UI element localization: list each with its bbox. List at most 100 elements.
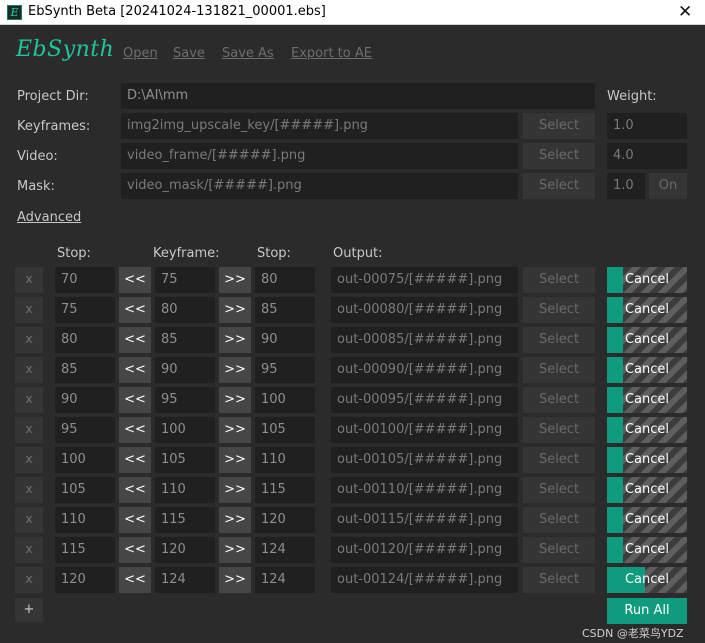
output-input[interactable]: out-00075/[#####].png [331, 267, 518, 293]
stop-left-input[interactable]: 80 [55, 327, 115, 353]
prev-stop-button[interactable]: << [119, 477, 151, 503]
remove-row-button[interactable]: x [15, 477, 43, 503]
close-icon[interactable]: ✕ [678, 2, 692, 22]
next-stop-button[interactable]: >> [219, 507, 251, 533]
output-select-button[interactable]: Select [523, 267, 595, 293]
prev-stop-button[interactable]: << [119, 447, 151, 473]
stop-left-input[interactable]: 100 [55, 447, 115, 473]
mask-on-toggle[interactable]: On [649, 173, 687, 199]
open-link[interactable]: Open [123, 46, 158, 61]
next-stop-button[interactable]: >> [219, 477, 251, 503]
output-select-button[interactable]: Select [523, 357, 595, 383]
prev-stop-button[interactable]: << [119, 297, 151, 323]
cancel-button[interactable]: Cancel [607, 327, 687, 353]
keyframe-input[interactable]: 110 [155, 477, 215, 503]
next-stop-button[interactable]: >> [219, 357, 251, 383]
mask-weight-input[interactable]: 1.0 [607, 173, 645, 199]
output-input[interactable]: out-00095/[#####].png [331, 387, 518, 413]
remove-row-button[interactable]: x [15, 387, 43, 413]
remove-row-button[interactable]: x [15, 447, 43, 473]
stop-left-input[interactable]: 105 [55, 477, 115, 503]
cancel-button[interactable]: Cancel [607, 507, 687, 533]
output-select-button[interactable]: Select [523, 327, 595, 353]
remove-row-button[interactable]: x [15, 507, 43, 533]
output-select-button[interactable]: Select [523, 387, 595, 413]
stop-right-input[interactable]: 120 [255, 507, 315, 533]
keyframes-weight-input[interactable]: 1.0 [607, 113, 687, 139]
keyframes-select-button[interactable]: Select [523, 113, 595, 139]
remove-row-button[interactable]: x [15, 417, 43, 443]
output-select-button[interactable]: Select [523, 447, 595, 473]
save-link[interactable]: Save [173, 46, 205, 61]
stop-right-input[interactable]: 95 [255, 357, 315, 383]
stop-right-input[interactable]: 124 [255, 537, 315, 563]
export-to-ae-link[interactable]: Export to AE [291, 46, 372, 61]
next-stop-button[interactable]: >> [219, 297, 251, 323]
keyframe-input[interactable]: 90 [155, 357, 215, 383]
output-select-button[interactable]: Select [523, 297, 595, 323]
project-dir-input[interactable]: D:\AI\mm [121, 83, 595, 109]
prev-stop-button[interactable]: << [119, 417, 151, 443]
keyframe-input[interactable]: 124 [155, 567, 215, 593]
cancel-button[interactable]: Cancel [607, 537, 687, 563]
next-stop-button[interactable]: >> [219, 327, 251, 353]
stop-left-input[interactable]: 115 [55, 537, 115, 563]
stop-left-input[interactable]: 70 [55, 267, 115, 293]
keyframes-input[interactable]: img2img_upscale_key/[#####].png [121, 113, 518, 139]
output-select-button[interactable]: Select [523, 417, 595, 443]
stop-right-input[interactable]: 124 [255, 567, 315, 593]
prev-stop-button[interactable]: << [119, 387, 151, 413]
keyframe-input[interactable]: 80 [155, 297, 215, 323]
stop-left-input[interactable]: 85 [55, 357, 115, 383]
keyframe-input[interactable]: 105 [155, 447, 215, 473]
stop-right-input[interactable]: 80 [255, 267, 315, 293]
stop-left-input[interactable]: 95 [55, 417, 115, 443]
next-stop-button[interactable]: >> [219, 267, 251, 293]
prev-stop-button[interactable]: << [119, 537, 151, 563]
mask-input[interactable]: video_mask/[#####].png [121, 173, 518, 199]
remove-row-button[interactable]: x [15, 357, 43, 383]
output-input[interactable]: out-00105/[#####].png [331, 447, 518, 473]
cancel-button[interactable]: Cancel [607, 477, 687, 503]
stop-right-input[interactable]: 110 [255, 447, 315, 473]
stop-right-input[interactable]: 115 [255, 477, 315, 503]
stop-left-input[interactable]: 90 [55, 387, 115, 413]
cancel-button[interactable]: Cancel [607, 417, 687, 443]
remove-row-button[interactable]: x [15, 327, 43, 353]
stop-left-input[interactable]: 120 [55, 567, 115, 593]
video-input[interactable]: video_frame/[#####].png [121, 143, 518, 169]
output-input[interactable]: out-00124/[#####].png [331, 567, 518, 593]
next-stop-button[interactable]: >> [219, 567, 251, 593]
remove-row-button[interactable]: x [15, 537, 43, 563]
keyframe-input[interactable]: 95 [155, 387, 215, 413]
output-select-button[interactable]: Select [523, 537, 595, 563]
next-stop-button[interactable]: >> [219, 447, 251, 473]
add-row-button[interactable]: + [15, 598, 43, 622]
keyframe-input[interactable]: 100 [155, 417, 215, 443]
output-input[interactable]: out-00115/[#####].png [331, 507, 518, 533]
advanced-link[interactable]: Advanced [17, 210, 81, 225]
run-all-button[interactable]: Run All [607, 598, 687, 624]
keyframe-input[interactable]: 115 [155, 507, 215, 533]
prev-stop-button[interactable]: << [119, 357, 151, 383]
cancel-button[interactable]: Cancel [607, 387, 687, 413]
keyframe-input[interactable]: 120 [155, 537, 215, 563]
keyframe-input[interactable]: 75 [155, 267, 215, 293]
stop-right-input[interactable]: 100 [255, 387, 315, 413]
output-input[interactable]: out-00080/[#####].png [331, 297, 518, 323]
stop-right-input[interactable]: 85 [255, 297, 315, 323]
cancel-button[interactable]: Cancel [607, 297, 687, 323]
cancel-button[interactable]: Cancel [607, 267, 687, 293]
output-input[interactable]: out-00110/[#####].png [331, 477, 518, 503]
remove-row-button[interactable]: x [15, 567, 43, 593]
stop-left-input[interactable]: 110 [55, 507, 115, 533]
stop-right-input[interactable]: 105 [255, 417, 315, 443]
next-stop-button[interactable]: >> [219, 537, 251, 563]
next-stop-button[interactable]: >> [219, 417, 251, 443]
output-select-button[interactable]: Select [523, 507, 595, 533]
prev-stop-button[interactable]: << [119, 507, 151, 533]
output-select-button[interactable]: Select [523, 477, 595, 503]
output-select-button[interactable]: Select [523, 567, 595, 593]
prev-stop-button[interactable]: << [119, 567, 151, 593]
output-input[interactable]: out-00100/[#####].png [331, 417, 518, 443]
